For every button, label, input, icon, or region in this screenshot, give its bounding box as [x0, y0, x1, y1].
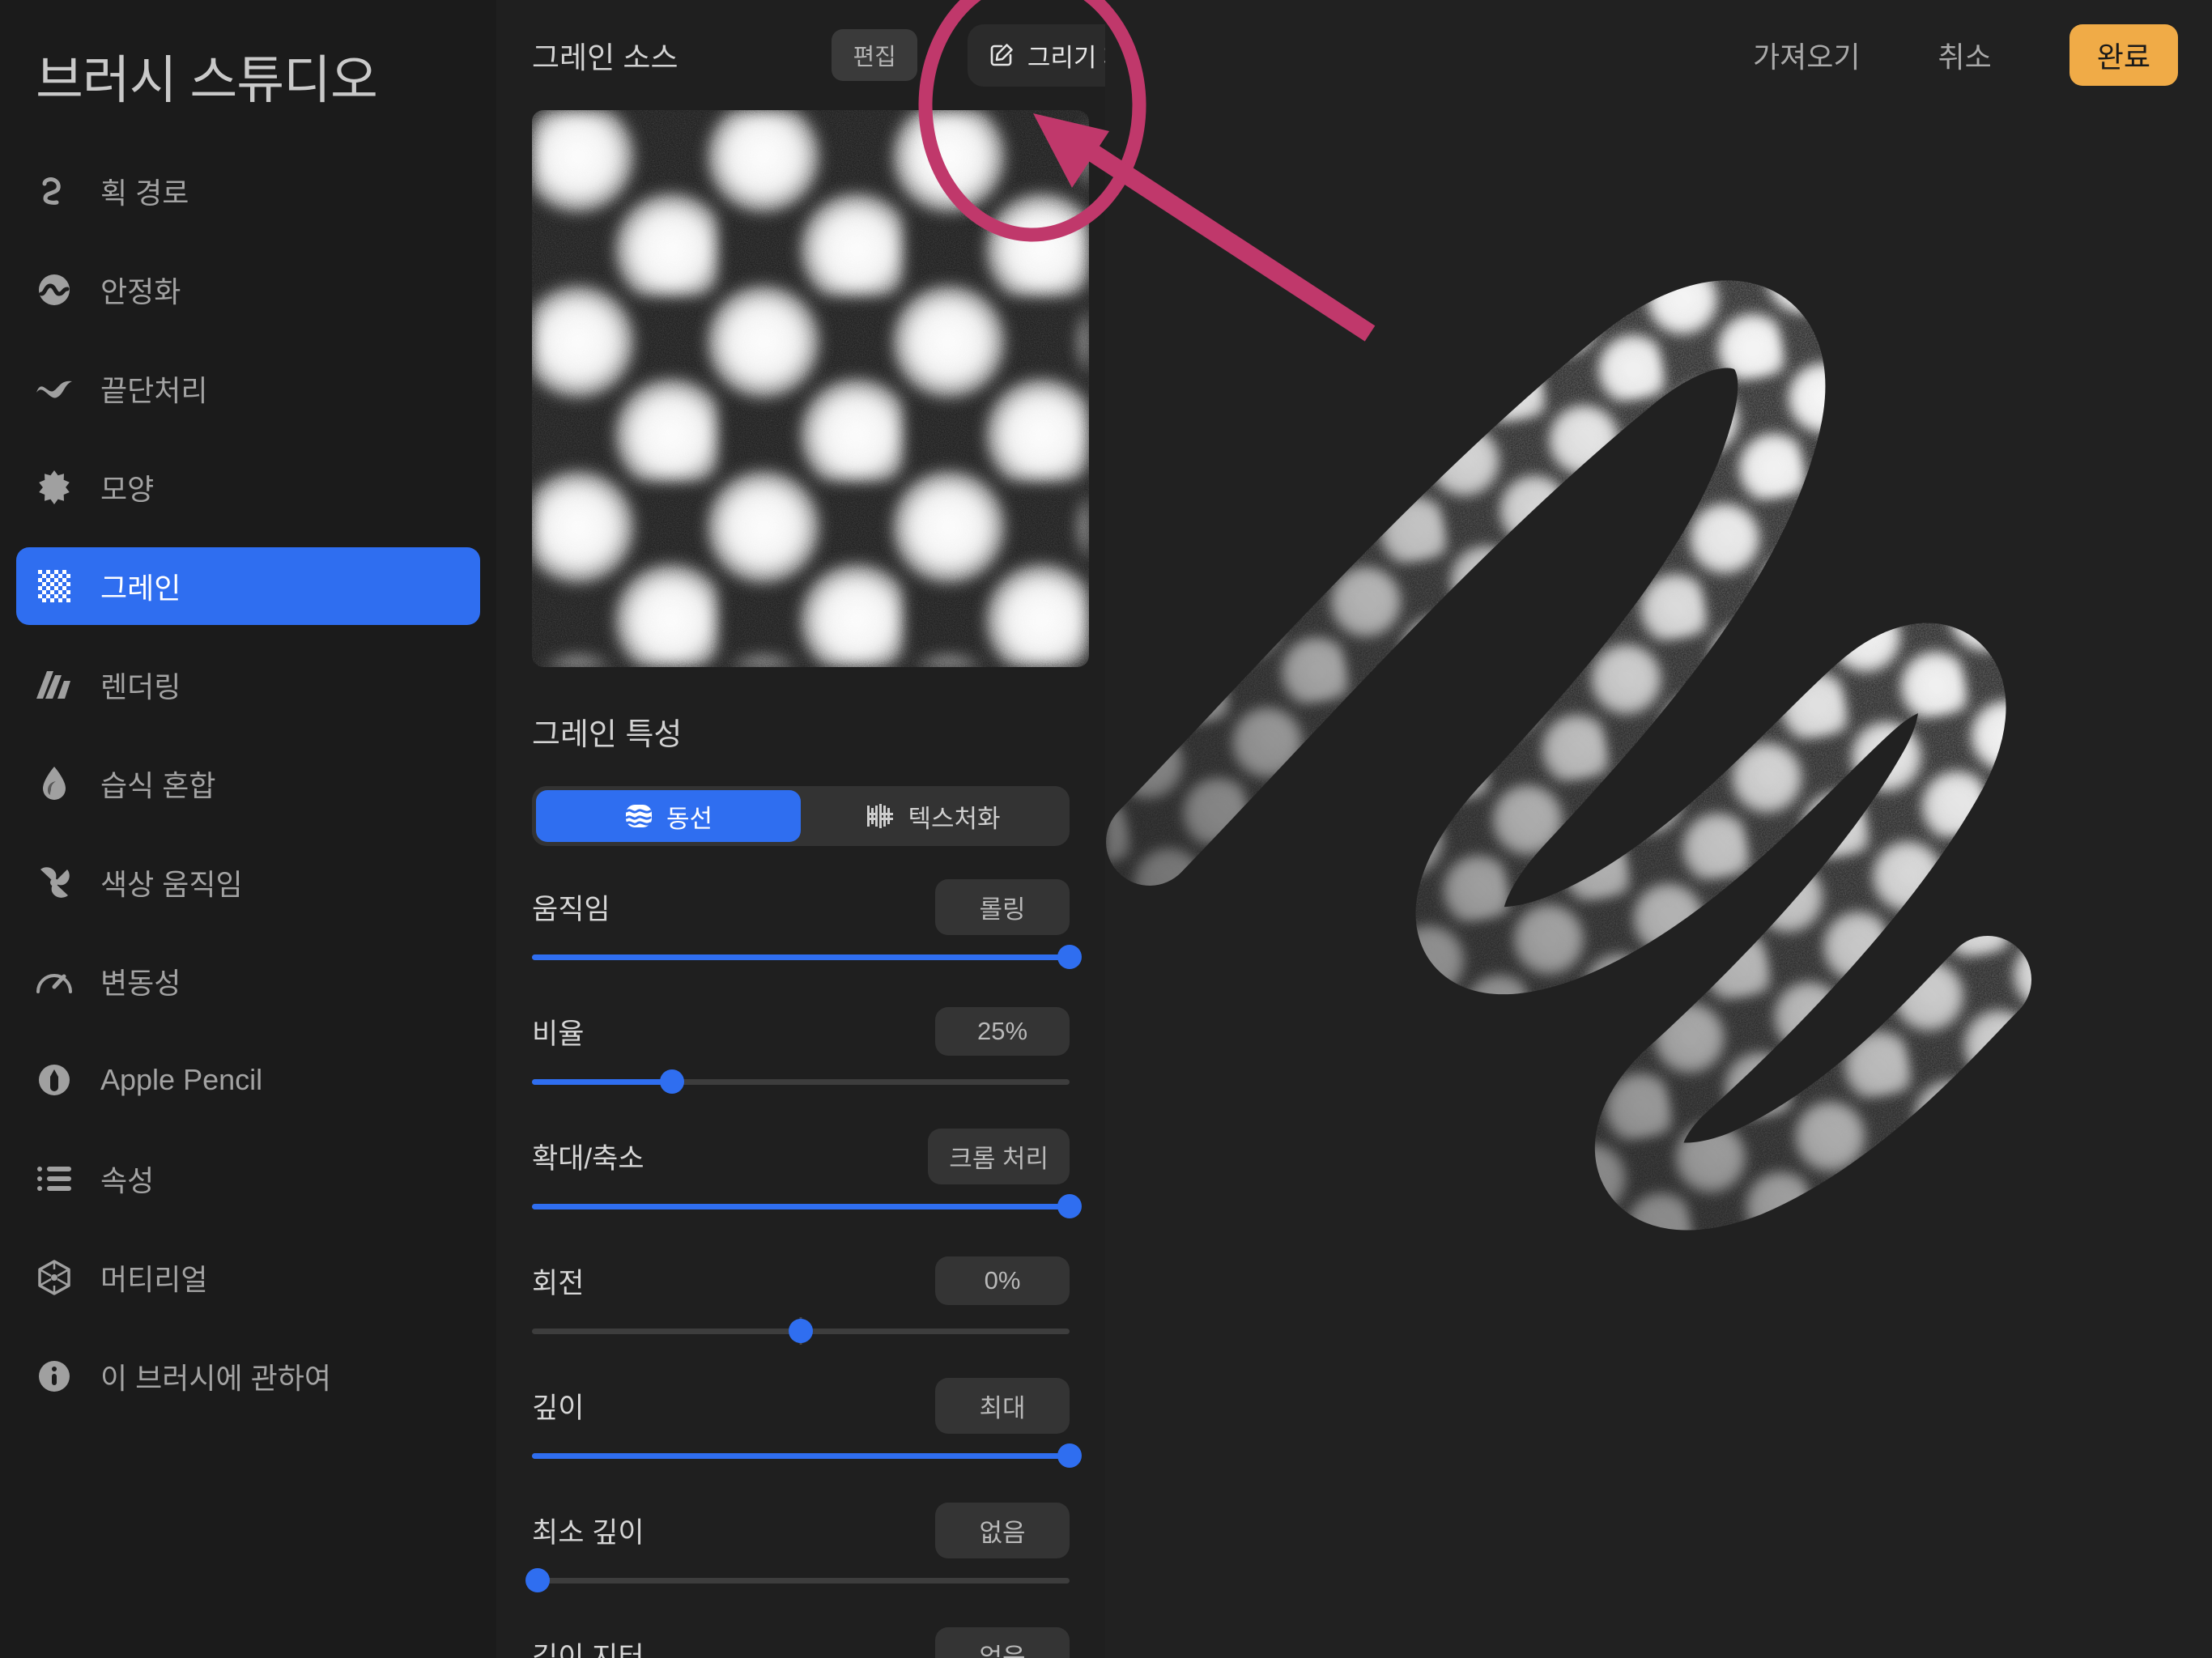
tab-movement[interactable]: 동선	[536, 790, 801, 842]
slider-track[interactable]	[532, 1442, 1082, 1469]
slider-track[interactable]	[532, 1192, 1082, 1220]
texturized-lines-icon	[867, 804, 894, 828]
pencil-square-icon	[990, 44, 1013, 66]
shape-icon	[36, 469, 73, 506]
sidebar-item-label: Apple Pencil	[100, 1063, 263, 1096]
slider-track[interactable]	[525, 1567, 1070, 1594]
sidebar-item-properties[interactable]: 속성	[16, 1140, 480, 1218]
slider-value[interactable]: 25%	[935, 1007, 1070, 1056]
slider-label: 확대/축소	[532, 1142, 644, 1175]
sidebar-item-stabilization[interactable]: 안정화	[16, 251, 480, 329]
cancel-button[interactable]: 취소	[1938, 34, 1992, 76]
sidebar-item-color-dynamics[interactable]: 색상 움직임	[16, 844, 480, 921]
stroke-path-icon	[36, 172, 73, 210]
slider-label: 깊이	[532, 1392, 585, 1424]
slider-track[interactable]	[532, 1317, 1070, 1345]
top-action-bar: 가져오기 취소 완료	[1753, 0, 2212, 110]
tab-label: 동선	[666, 804, 713, 833]
dynamics-icon	[36, 963, 73, 1000]
brush-stroke-preview	[1105, 0, 2212, 1658]
slider-value[interactable]: 없음	[935, 1502, 1070, 1558]
sidebar-item-label: 그레인	[100, 572, 181, 605]
slider-track[interactable]	[532, 943, 1082, 971]
materials-icon	[36, 1259, 73, 1296]
import-button[interactable]: 가져오기	[1753, 34, 1860, 76]
sidebar-item-shape[interactable]: 모양	[16, 449, 480, 526]
sidebar-item-label: 획 경로	[100, 176, 189, 210]
sidebar-item-grain[interactable]: 그레인	[16, 547, 480, 625]
slider-value[interactable]: 크롬 처리	[928, 1128, 1070, 1184]
grain-mode-segmented-control: 동선 텍스처화	[532, 786, 1070, 846]
rendering-icon	[36, 666, 73, 704]
edit-button[interactable]: 편집	[832, 29, 917, 81]
tab-texturized[interactable]: 텍스처화	[801, 790, 1066, 842]
grain-source-header: 그레인 소스 편집 그리기 패드	[532, 0, 1105, 110]
slider-min-depth: 최소 깊이 없음	[525, 1502, 1070, 1594]
sidebar-item-wet-mix[interactable]: 습식 혼합	[16, 745, 480, 823]
sidebar-item-materials[interactable]: 머티리얼	[16, 1239, 480, 1316]
sidebar-item-apple-pencil[interactable]: Apple Pencil	[16, 1041, 480, 1119]
properties-icon	[36, 1160, 73, 1197]
brush-preview-canvas[interactable]	[1105, 0, 2212, 1658]
grain-source-preview[interactable]	[532, 110, 1089, 667]
stabilization-icon	[36, 271, 73, 308]
tab-label: 텍스처화	[908, 804, 1001, 833]
sidebar-item-label: 이 브러시에 관하여	[100, 1362, 331, 1395]
sidebar-item-label: 속성	[100, 1164, 155, 1197]
about-icon	[36, 1358, 73, 1395]
slider-label: 회전	[532, 1267, 585, 1299]
grain-source-title: 그레인 소스	[532, 41, 678, 74]
page-title: 브러시 스튜디오	[36, 51, 378, 109]
slider-label: 깊이 지터	[532, 1641, 644, 1658]
wet-mix-icon	[36, 765, 73, 802]
slider-rotation: 회전 0%	[532, 1256, 1070, 1345]
slider-depth: 깊이 최대	[532, 1377, 1082, 1469]
sidebar-item-label: 머티리얼	[100, 1263, 208, 1296]
slider-depth-jitter: 깊이 지터 없음	[532, 1626, 1070, 1658]
slider-label: 움직임	[532, 893, 610, 925]
draw-pad-label: 그리기 패드	[1027, 43, 1105, 72]
sidebar-item-dynamics[interactable]: 변동성	[16, 942, 480, 1020]
sidebar-item-label: 변동성	[100, 967, 181, 1000]
sidebar-item-stroke-path[interactable]: 획 경로	[16, 152, 480, 230]
grain-properties-title: 그레인 특성	[532, 718, 683, 752]
draw-pad-button[interactable]: 그리기 패드	[967, 23, 1105, 87]
sidebar-item-taper[interactable]: 끝단처리	[16, 350, 480, 427]
slider-label: 최소 깊이	[532, 1516, 644, 1549]
grain-settings-panel: 그레인 소스 편집 그리기 패드	[496, 0, 1105, 1658]
sidebar-item-label: 모양	[100, 473, 155, 506]
slider-movement: 움직임 롤링	[532, 878, 1082, 971]
sidebar-item-label: 안정화	[100, 275, 181, 308]
done-button[interactable]: 완료	[2069, 24, 2178, 86]
sidebar: 브러시 스튜디오 획 경로 안정화 끝단처리 모양 그레인 렌더링 습식 혼합 …	[0, 0, 496, 1658]
sidebar-item-about[interactable]: 이 브러시에 관하여	[16, 1337, 480, 1415]
apple-pencil-icon	[36, 1061, 73, 1099]
slider-value[interactable]: 최대	[935, 1377, 1070, 1434]
sidebar-item-label: 렌더링	[100, 670, 181, 704]
movement-waves-icon	[625, 805, 652, 827]
slider-label: 비율	[532, 1018, 585, 1050]
sidebar-nav: 획 경로 안정화 끝단처리 모양 그레인 렌더링 습식 혼합 색상 움직임 변동…	[0, 152, 496, 1415]
sidebar-item-rendering[interactable]: 렌더링	[16, 646, 480, 724]
slider-value[interactable]: 0%	[935, 1256, 1070, 1305]
slider-zoom: 확대/축소 크롬 처리	[532, 1128, 1082, 1220]
slider-value[interactable]: 롤링	[935, 878, 1070, 935]
slider-value[interactable]: 없음	[935, 1626, 1070, 1658]
slider-scale: 비율 25%	[532, 1006, 1070, 1095]
color-dynamics-icon	[36, 864, 73, 901]
sidebar-item-label: 색상 움직임	[100, 868, 243, 901]
sidebar-item-label: 습식 혼합	[100, 769, 216, 802]
grain-icon	[36, 568, 73, 605]
taper-icon	[36, 370, 73, 407]
slider-track[interactable]	[532, 1068, 1070, 1095]
sidebar-item-label: 끝단처리	[100, 374, 208, 407]
